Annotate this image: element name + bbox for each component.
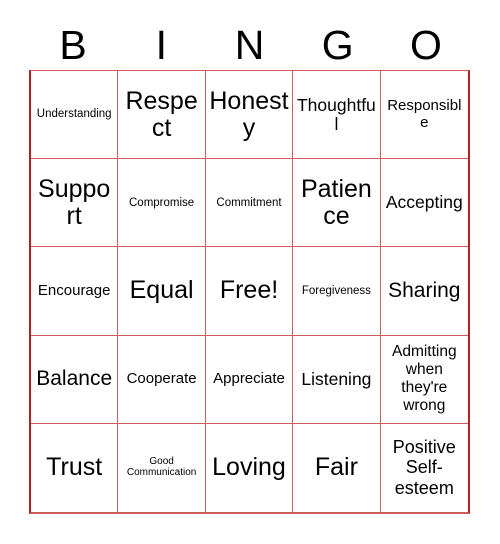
bingo-cell[interactable]: Admitting when they're wrong <box>380 335 468 424</box>
bingo-cell[interactable]: Encourage <box>31 247 119 336</box>
bingo-cell[interactable]: Accepting <box>380 159 468 248</box>
bingo-cell-label: Cooperate <box>126 370 197 388</box>
bingo-cell-label: Loving <box>212 453 286 482</box>
bingo-cell-label: Balance <box>36 366 113 390</box>
bingo-cell-label: Honesty <box>209 86 289 142</box>
bingo-cell-label: Respect <box>125 86 198 142</box>
header-letter-o: O <box>409 21 442 68</box>
bingo-cell[interactable]: Good Communication <box>118 423 206 512</box>
bingo-card: B I N G O Understanding Respect Honesty Tho… <box>0 0 500 544</box>
header-letter-g: G <box>321 21 354 68</box>
bingo-cell[interactable]: Responsible <box>380 71 468 160</box>
bingo-cell[interactable]: Compromise <box>118 159 206 248</box>
bingo-cell-label: Foregiveness <box>301 284 371 297</box>
bingo-cell[interactable]: Commitment <box>205 159 294 248</box>
bingo-free-space-cell[interactable]: Free! <box>205 247 294 336</box>
bingo-cell[interactable]: Support <box>31 159 119 248</box>
bingo-cell-label: Encourage <box>37 281 111 299</box>
bingo-cell[interactable]: Thoughtful <box>293 71 381 160</box>
bingo-cell-label: Commitment <box>216 196 282 209</box>
bingo-cell[interactable]: Loving <box>205 423 294 512</box>
header-letter-i: I <box>155 21 167 68</box>
bingo-cell[interactable]: Appreciate <box>205 335 294 424</box>
bingo-cell[interactable]: Patience <box>293 159 381 248</box>
bingo-cell-label: Trust <box>46 453 103 482</box>
bingo-cell-label: Compromise <box>129 196 195 209</box>
bingo-cell[interactable]: Respect <box>118 71 206 160</box>
bingo-cell[interactable]: Foregiveness <box>293 247 381 336</box>
header-letter-n: N <box>234 21 265 68</box>
bingo-cell-label: Fair <box>314 453 358 482</box>
bingo-cell-label: Positive Self-esteem <box>392 436 456 499</box>
bingo-cell-label: Admitting when they're wrong <box>391 343 457 415</box>
bingo-cell-label: Support <box>38 174 111 230</box>
bingo-cell[interactable]: Fair <box>293 423 381 512</box>
bingo-cell[interactable]: Cooperate <box>118 335 206 424</box>
bingo-cell[interactable]: Positive Self-esteem <box>380 423 468 512</box>
bingo-cell-label: Responsible <box>387 97 462 131</box>
bingo-cell-label: Equal <box>129 276 194 305</box>
bingo-cell-label: Thoughtful <box>296 94 376 134</box>
bingo-cell[interactable]: Honesty <box>205 71 294 160</box>
bingo-grid: Understanding Respect Honesty Thoughtful Res… <box>29 70 470 514</box>
bingo-cell-label: Patience <box>300 174 372 230</box>
bingo-header-row: B I N G O <box>29 20 470 70</box>
header-letter-b: B <box>59 21 87 68</box>
bingo-cell-label: Appreciate <box>213 370 285 388</box>
bingo-cell-label: Free! <box>219 276 279 305</box>
bingo-cell-label: Understanding <box>36 108 112 121</box>
bingo-cell[interactable]: Understanding <box>31 71 119 160</box>
bingo-cell-label: Good Communication <box>126 456 197 478</box>
bingo-cell-label: Accepting <box>385 192 463 213</box>
bingo-cell[interactable]: Balance <box>31 335 119 424</box>
bingo-cell[interactable]: Equal <box>118 247 206 336</box>
bingo-cell-label: Listening <box>301 368 372 389</box>
bingo-cell[interactable]: Sharing <box>380 247 468 336</box>
bingo-cell[interactable]: Listening <box>293 335 381 424</box>
bingo-cell-label: Sharing <box>388 278 461 302</box>
bingo-cell[interactable]: Trust <box>31 423 119 512</box>
